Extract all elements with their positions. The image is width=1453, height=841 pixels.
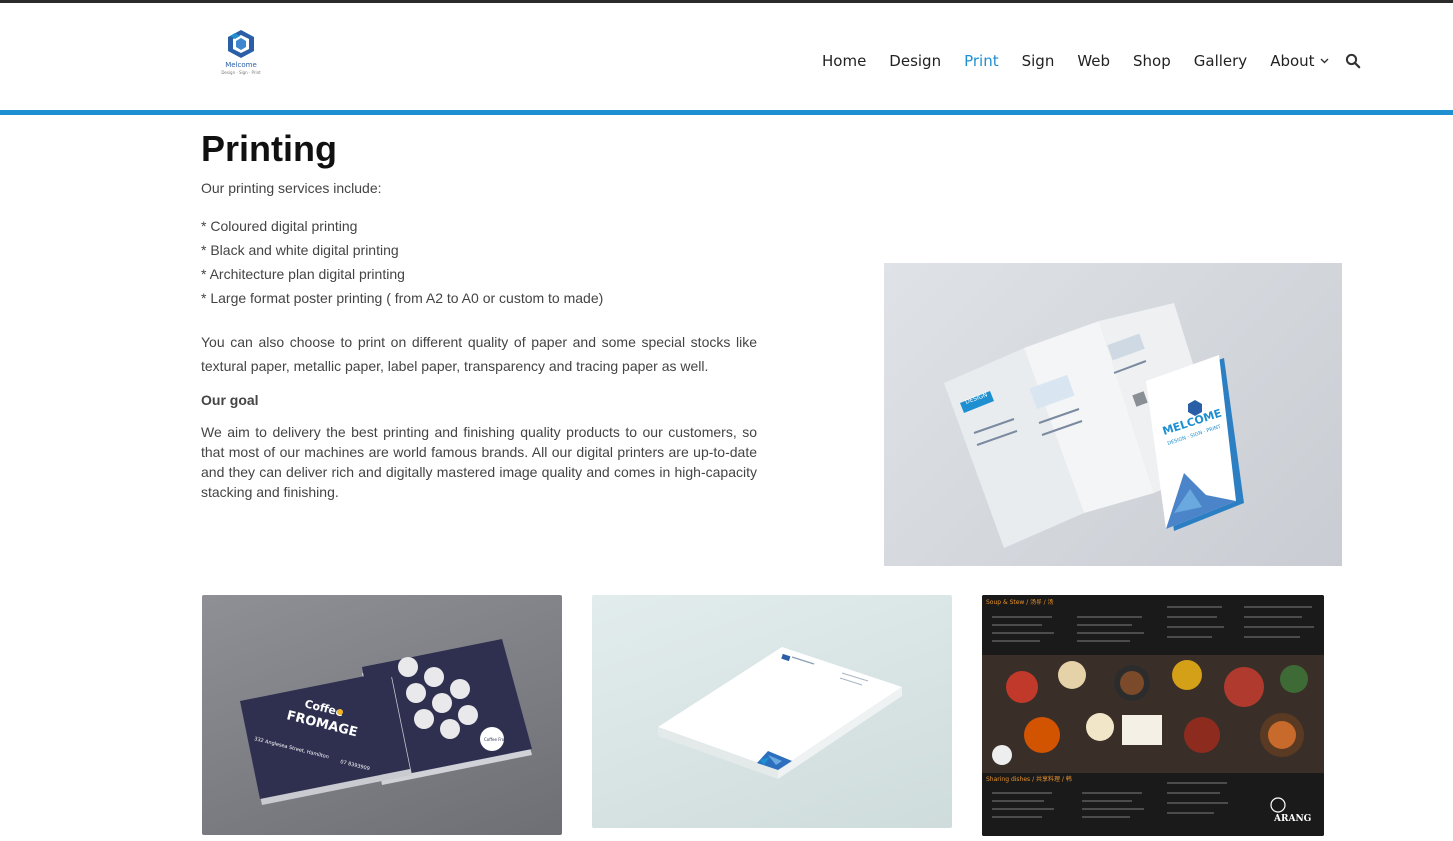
menu-section-top: Soup & Stew / 汤류 / 汤 <box>986 598 1054 606</box>
goal-heading: Our goal <box>201 392 259 408</box>
services-list: * Coloured digital printing * Black and … <box>201 214 603 310</box>
service-item: * Architecture plan digital printing <box>201 266 405 282</box>
main-navigation: Home Design Print Sign Web Shop Gallery … <box>822 49 1361 73</box>
nav-design[interactable]: Design <box>889 52 941 70</box>
nav-gallery[interactable]: Gallery <box>1194 52 1247 70</box>
header-accent-bar <box>0 110 1453 115</box>
nav-about-label: About <box>1270 52 1315 70</box>
nav-home[interactable]: Home <box>822 52 866 70</box>
goal-paragraph: We aim to delivery the best printing and… <box>201 424 757 500</box>
business-card-image: Coffee Fromage Coffee FROMAGE 332 Angles… <box>202 595 562 835</box>
letterhead-image <box>592 595 952 828</box>
nav-print[interactable]: Print <box>964 52 999 70</box>
logo-tagline: Design · Sign · Print <box>221 70 261 75</box>
search-icon <box>1345 53 1360 69</box>
menu-image: Soup & Stew / 汤류 / 汤 Sharing dishes / 共享… <box>982 595 1324 836</box>
service-item: * Black and white digital printing <box>201 242 399 258</box>
search-button[interactable] <box>1345 53 1361 69</box>
site-logo[interactable]: Melcome Design · Sign · Print <box>218 29 264 79</box>
menu-section-bottom: Sharing dishes / 共享料理 / 韩 <box>986 775 1072 783</box>
nav-shop[interactable]: Shop <box>1133 52 1171 70</box>
logo-wordmark: Melcome <box>225 61 257 69</box>
page-title: Printing <box>201 128 337 169</box>
services-intro: Our printing services include: <box>201 180 382 196</box>
menu-brand: ARANG <box>1273 814 1311 824</box>
nav-web[interactable]: Web <box>1077 52 1110 70</box>
nav-about-dropdown[interactable]: About <box>1270 52 1329 70</box>
site-header: Melcome Design · Sign · Print Home Desig… <box>0 3 1453 110</box>
nav-sign[interactable]: Sign <box>1022 52 1055 70</box>
chevron-down-icon <box>1320 58 1329 64</box>
service-item: * Coloured digital printing <box>201 218 358 234</box>
brochure-image: DESIGN MELCOME DESIGN · SIGN · PRINT <box>884 263 1342 566</box>
paper-options-paragraph: You can also choose to print on differen… <box>201 334 757 374</box>
logo-mark-icon <box>228 30 254 58</box>
service-item: * Large format poster printing ( from A2… <box>201 290 604 306</box>
card-stamp-label: Coffee Fromage <box>484 737 516 742</box>
